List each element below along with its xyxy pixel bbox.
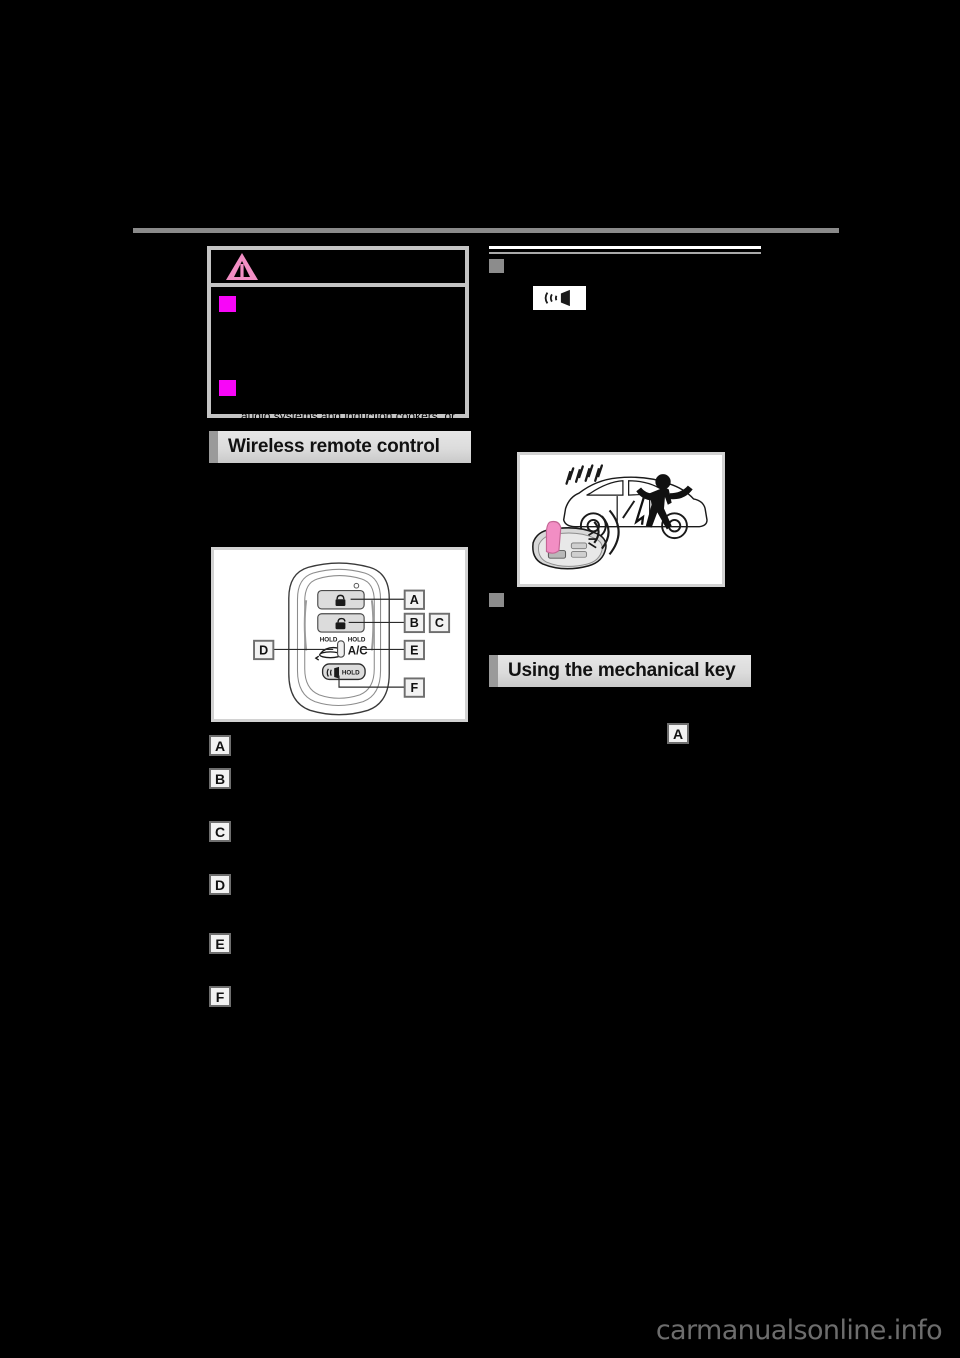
svg-text:HOLD: HOLD <box>342 670 360 677</box>
svg-text:A: A <box>410 593 419 607</box>
section-title-wireless-remote: Wireless remote control <box>228 436 440 457</box>
subheader-panic-feature: The flashing panic mode indicator <box>489 246 761 276</box>
callout-text-e: Operates the remote air conditioning sys… <box>239 934 434 964</box>
svg-text:F: F <box>411 681 419 695</box>
warning-bullet-1 <box>219 296 236 312</box>
svg-text:B: B <box>410 616 419 630</box>
callout-text-d: Opens the power back door (Press and hol… <box>239 875 448 905</box>
panic-alarm-svg <box>532 464 708 570</box>
site-watermark: carmanualsonline.info <box>655 1315 943 1346</box>
note-heading-stop-alarm: To stop the alarm <box>510 591 610 605</box>
callout-marker-f: F <box>209 986 231 1007</box>
svg-text:D: D <box>259 643 268 657</box>
callout-marker-c: C <box>209 821 231 842</box>
warning-item-1: Be careful not to allow the key to get w… <box>241 295 454 339</box>
svg-text:A/C: A/C <box>348 645 369 657</box>
panic-feature-body: When the alarm button is pressed and hel… <box>489 318 758 394</box>
svg-text:C: C <box>435 616 444 630</box>
section-header-mechanical-key: Using the mechanical key <box>489 655 751 687</box>
callout-text-f: Activates the panic feature (Press and h… <box>239 987 442 1017</box>
warning-body: Be careful not to allow the key to get w… <box>211 287 465 438</box>
warning-bullet-2 <box>219 380 236 396</box>
section-header-wireless-remote: Wireless remote control <box>209 431 471 463</box>
svg-text:E: E <box>410 643 418 657</box>
manual-page: WARNING Be careful not to allow the key … <box>0 0 960 1358</box>
alarm-speaker-icon <box>533 286 586 310</box>
warning-item-2: Do not place the key near objects that p… <box>241 379 456 438</box>
callout-marker-release-lever: A <box>667 723 689 744</box>
square-bullet-icon <box>489 259 504 273</box>
subheader-rule-top <box>489 246 761 249</box>
warning-title: WARNING <box>255 258 322 273</box>
callout-text-b: Unlocks all the doors (Press and hold: O… <box>239 769 442 799</box>
warning-box: WARNING Be careful not to allow the key … <box>207 246 469 438</box>
callout-text-release-lever: Release lever <box>697 724 742 754</box>
note-body-stop-alarm: Press any button on the wireless remote … <box>489 612 757 657</box>
square-bullet-icon-2 <box>489 593 504 607</box>
key-fob-diagram: HOLD HOLD A/C HOLD A B C D E F <box>211 547 468 722</box>
panic-alarm-illustration <box>517 452 725 587</box>
subheader-rule-bottom <box>489 252 761 254</box>
callout-text-a: Locks all the doors <box>239 736 340 750</box>
key-fob-svg: HOLD HOLD A/C HOLD A B C D E F <box>253 562 451 716</box>
mechanical-key-body: After using the mechanical key, store it… <box>489 760 757 836</box>
callout-marker-d: D <box>209 874 231 895</box>
callout-marker-a: A <box>209 735 231 756</box>
subheader-label-panic: The flashing panic mode indicator <box>510 258 721 273</box>
callout-marker-b: B <box>209 768 231 789</box>
svg-text:HOLD: HOLD <box>348 637 366 644</box>
callout-text-c: Sounds the alarm (Press and hold: Activa… <box>239 822 424 852</box>
warning-header: WARNING <box>211 250 465 287</box>
callout-marker-e: E <box>209 933 231 954</box>
page-header-rule <box>133 228 839 233</box>
warning-triangle-icon <box>226 253 258 280</box>
section-title-mechanical-key: Using the mechanical key <box>508 660 736 681</box>
wireless-remote-intro: The wireless remote control can be used … <box>209 472 464 502</box>
alarm-speaker-svg <box>544 289 570 307</box>
svg-text:HOLD: HOLD <box>320 637 338 644</box>
